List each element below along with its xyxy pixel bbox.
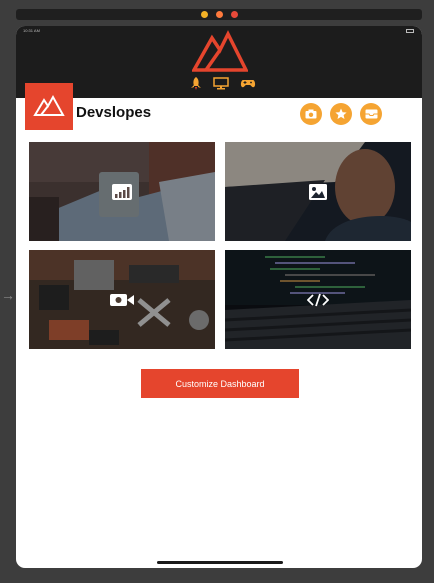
camera-icon	[305, 109, 317, 119]
mountain-logo-icon	[33, 94, 65, 116]
dashboard-card-photos[interactable]	[225, 142, 411, 241]
favorites-button[interactable]	[330, 103, 352, 125]
battery-icon	[406, 29, 414, 33]
video-camera-icon	[110, 293, 134, 306]
header-nav	[188, 77, 258, 91]
close-button[interactable]	[231, 11, 238, 18]
customize-dashboard-button[interactable]: Customize Dashboard	[141, 369, 299, 398]
app-screen: 10:31 AM Devslopes Customize Dashboard	[16, 26, 422, 568]
mountain-logo-icon	[192, 30, 248, 72]
app-title: Devslopes	[76, 104, 152, 121]
brand-logo-tile	[25, 83, 73, 130]
dashboard-card-video[interactable]	[29, 250, 215, 349]
monitor-icon[interactable]	[213, 77, 229, 90]
inbox-button[interactable]	[360, 103, 382, 125]
inbox-icon	[365, 109, 377, 119]
home-indicator[interactable]	[157, 561, 283, 564]
chart-icon	[112, 183, 132, 200]
rocket-icon[interactable]	[190, 77, 202, 90]
camera-button[interactable]	[300, 103, 322, 125]
code-icon	[307, 293, 329, 306]
minimize-button[interactable]	[201, 11, 208, 18]
back-arrow-icon[interactable]: →	[1, 288, 15, 302]
star-icon	[335, 108, 347, 119]
status-time: 10:31 AM	[23, 28, 40, 33]
image-icon	[309, 183, 327, 200]
dashboard-card-code[interactable]	[225, 250, 411, 349]
gamepad-icon[interactable]	[240, 77, 256, 90]
maximize-button[interactable]	[216, 11, 223, 18]
window-title-bar	[16, 9, 422, 20]
dashboard-card-analytics[interactable]	[29, 142, 215, 241]
top-header: 10:31 AM	[16, 26, 422, 98]
